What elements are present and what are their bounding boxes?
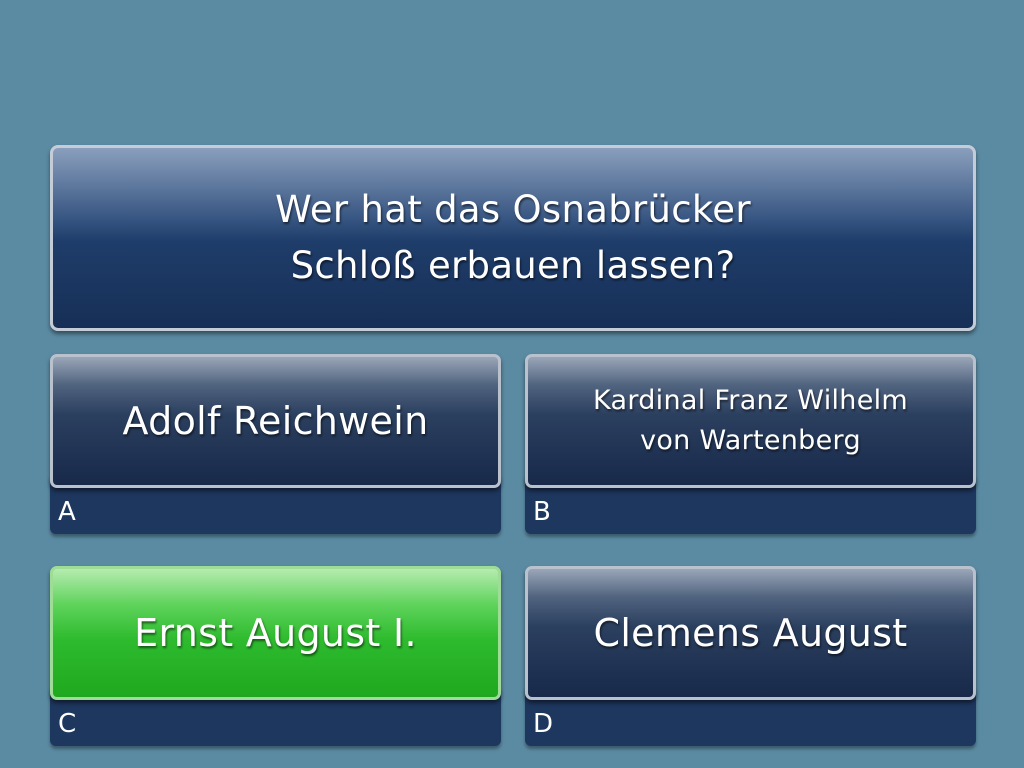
answer-button-d[interactable]: Clemens August [525, 566, 976, 700]
answer-button-b[interactable]: Kardinal Franz Wilhelm von Wartenberg [525, 354, 976, 488]
answer-button-a[interactable]: Adolf Reichwein [50, 354, 501, 488]
answer-option-a[interactable]: A Adolf Reichwein [50, 354, 501, 534]
answer-text: Kardinal Franz Wilhelm von Wartenberg [592, 385, 909, 456]
answer-text: Clemens August [593, 611, 908, 655]
answer-text: Ernst August I. [134, 611, 417, 655]
answer-letter: A [58, 497, 76, 527]
answer-button-c-correct[interactable]: Ernst August I. [50, 566, 501, 700]
question-panel: Wer hat das Osnabrücker Schloß erbauen l… [50, 145, 976, 331]
answer-letter: D [533, 709, 554, 739]
answer-letter: B [533, 497, 551, 527]
answer-option-d[interactable]: D Clemens August [525, 566, 976, 746]
question-text: Wer hat das Osnabrücker Schloß erbauen l… [275, 188, 751, 287]
answer-letter: C [58, 709, 77, 739]
answer-option-c[interactable]: C Ernst August I. [50, 566, 501, 746]
answer-text: Adolf Reichwein [122, 399, 429, 443]
answer-option-b[interactable]: B Kardinal Franz Wilhelm von Wartenberg [525, 354, 976, 534]
